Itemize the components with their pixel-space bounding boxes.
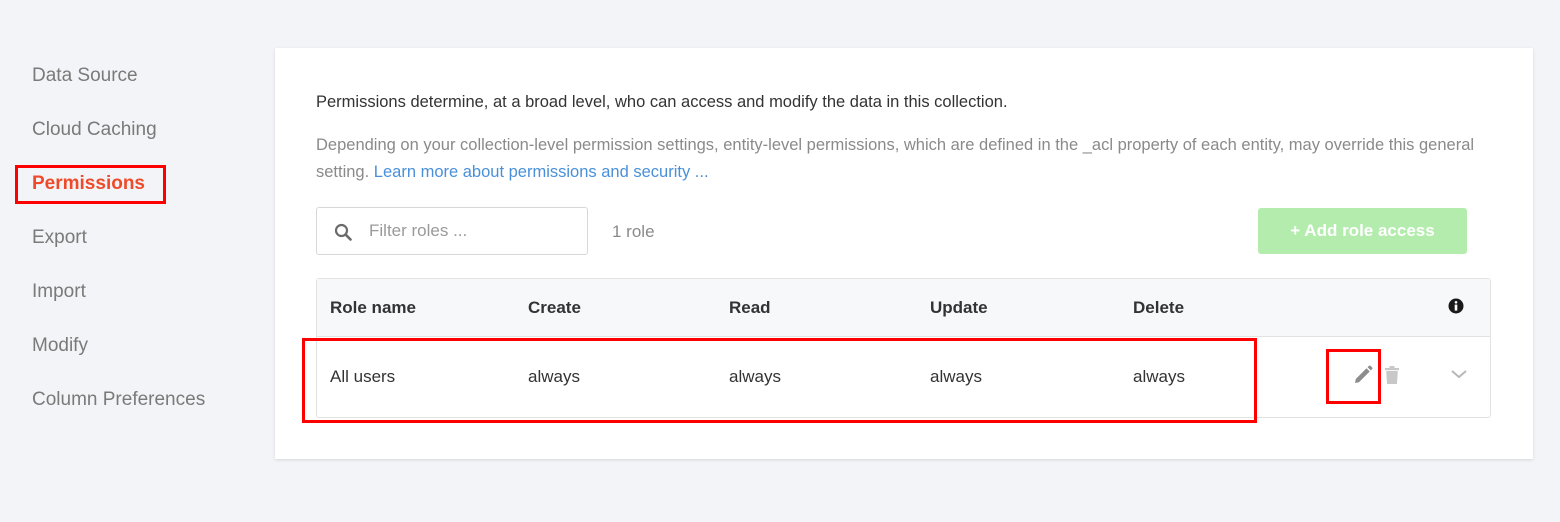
info-icon[interactable] (1448, 298, 1464, 314)
permissions-panel: Permissions determine, at a broad level,… (275, 48, 1533, 459)
cell-role-name: All users (330, 367, 396, 386)
cell-update: always (930, 367, 982, 386)
cell-read: always (729, 367, 781, 386)
table-header: Role name Create Read Update Delete (317, 279, 1490, 337)
sidebar-item-cloud-caching[interactable]: Cloud Caching (32, 119, 157, 141)
sidebar-item-modify[interactable]: Modify (32, 335, 88, 357)
roles-table: Role name Create Read Update Delete All … (316, 278, 1491, 418)
column-header-role-name[interactable]: Role name (330, 298, 416, 318)
cell-create: always (528, 367, 580, 386)
search-icon (334, 223, 352, 241)
sidebar-item-permissions[interactable]: Permissions (32, 173, 145, 195)
column-header-read[interactable]: Read (729, 298, 771, 318)
permissions-intro: Permissions determine, at a broad level,… (316, 93, 1008, 111)
cell-delete: always (1133, 367, 1185, 386)
sidebar-item-data-source[interactable]: Data Source (32, 65, 138, 87)
learn-more-link[interactable]: Learn more about permissions and securit… (374, 163, 709, 181)
sidebar-item-export[interactable]: Export (32, 227, 87, 249)
sidebar-item-import[interactable]: Import (32, 281, 86, 303)
sidebar: Data Source Cloud Caching Permissions Ex… (0, 0, 270, 522)
filter-roles-field[interactable] (316, 207, 588, 255)
column-header-create[interactable]: Create (528, 298, 581, 318)
add-role-access-button[interactable]: + Add role access (1258, 208, 1467, 254)
column-header-delete[interactable]: Delete (1133, 298, 1184, 318)
pencil-icon[interactable] (1352, 364, 1374, 386)
sidebar-item-column-preferences[interactable]: Column Preferences (32, 389, 205, 411)
filter-roles-input[interactable] (369, 218, 569, 244)
trash-icon[interactable] (1383, 365, 1401, 385)
permissions-description: Depending on your collection-level permi… (316, 132, 1476, 186)
column-header-update[interactable]: Update (930, 298, 988, 318)
role-count: 1 role (612, 222, 655, 241)
chevron-down-icon[interactable] (1450, 368, 1468, 380)
